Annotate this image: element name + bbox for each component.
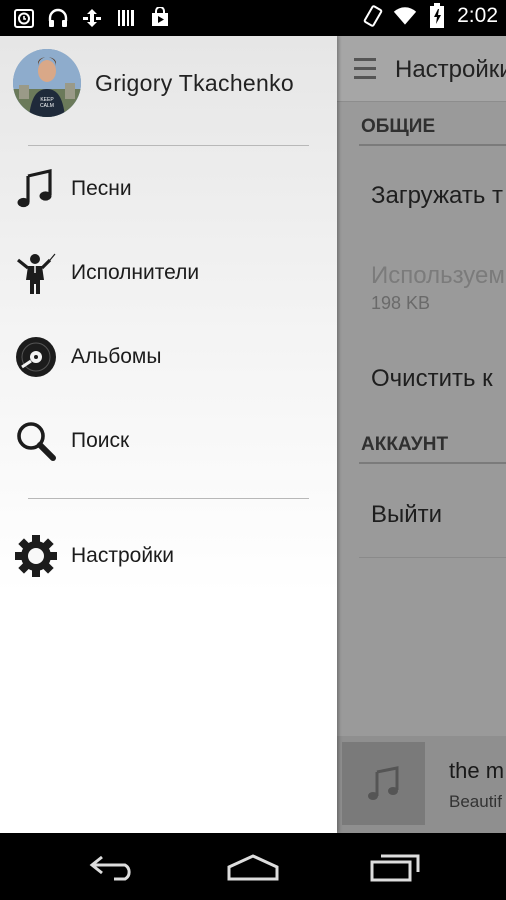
album-art <box>342 742 425 825</box>
drawer-item-label: Альбомы <box>71 345 162 368</box>
section-general-header: ОБЩИЕ <box>361 116 436 137</box>
navigation-drawer: KEEP CALM Grigory Tkachenko Песни Исполн… <box>0 36 337 833</box>
drawer-item-label: Настройки <box>71 544 174 567</box>
drawer-item-label: Песни <box>71 177 132 200</box>
drawer-divider <box>28 145 309 146</box>
barcode-icon <box>114 6 138 30</box>
section-divider <box>359 144 506 146</box>
hamburger-menu-icon[interactable] <box>354 58 376 85</box>
recent-apps-icon[interactable] <box>365 851 425 883</box>
drawer-item-label: Исполнители <box>71 261 200 284</box>
download-setting[interactable]: Загружать т <box>371 182 503 210</box>
mini-player[interactable]: the m Beautif <box>337 736 506 833</box>
storage-used-value: 198 KB <box>371 293 431 313</box>
alarm-icon <box>12 6 36 30</box>
headphones-icon <box>46 6 70 30</box>
svg-text:CALM: CALM <box>40 103 54 109</box>
settings-title: Настройки <box>395 56 506 83</box>
clock: 2:02 <box>457 4 498 27</box>
avatar: KEEP CALM <box>13 49 81 117</box>
drawer-item-songs[interactable]: Песни <box>0 154 337 224</box>
section-divider <box>359 462 506 464</box>
music-note-icon <box>367 765 398 800</box>
drawer-item-settings[interactable]: Настройки <box>0 521 337 591</box>
search-icon <box>13 418 59 464</box>
storage-used-setting: Используем <box>371 262 505 289</box>
back-icon[interactable] <box>83 851 143 883</box>
sync-icon <box>80 6 104 30</box>
track-artist: Beautif <box>449 792 502 811</box>
section-account-header: АККАУНТ <box>361 434 449 455</box>
track-title: the m <box>449 758 505 783</box>
user-name: Grigory Tkachenko <box>95 69 294 96</box>
battery-icon <box>425 3 449 28</box>
clear-cache-setting[interactable]: Очистить к <box>371 365 493 393</box>
wifi-icon <box>393 4 417 28</box>
conductor-icon <box>13 250 59 296</box>
settings-action-bar: Настройки <box>337 36 506 102</box>
drawer-divider <box>28 498 309 499</box>
item-divider <box>359 557 506 558</box>
drawer-item-search[interactable]: Поиск <box>0 406 337 476</box>
status-bar: 2:02 <box>0 0 506 36</box>
system-navigation-bar <box>0 833 506 900</box>
user-profile[interactable]: KEEP CALM Grigory Tkachenko <box>13 49 294 117</box>
logout-setting[interactable]: Выйти <box>371 501 442 529</box>
vibrate-icon <box>361 4 385 28</box>
music-note-icon <box>13 166 59 212</box>
drawer-item-label: Поиск <box>71 429 130 452</box>
drawer-item-artists[interactable]: Исполнители <box>0 238 337 308</box>
settings-screen: Настройки ОБЩИЕ Загружать т Используем 1… <box>337 36 506 833</box>
play-store-icon <box>148 6 172 30</box>
gear-icon <box>13 533 59 579</box>
drawer-item-albums[interactable]: Альбомы <box>0 322 337 392</box>
home-icon[interactable] <box>223 851 283 883</box>
vinyl-record-icon <box>13 334 59 380</box>
